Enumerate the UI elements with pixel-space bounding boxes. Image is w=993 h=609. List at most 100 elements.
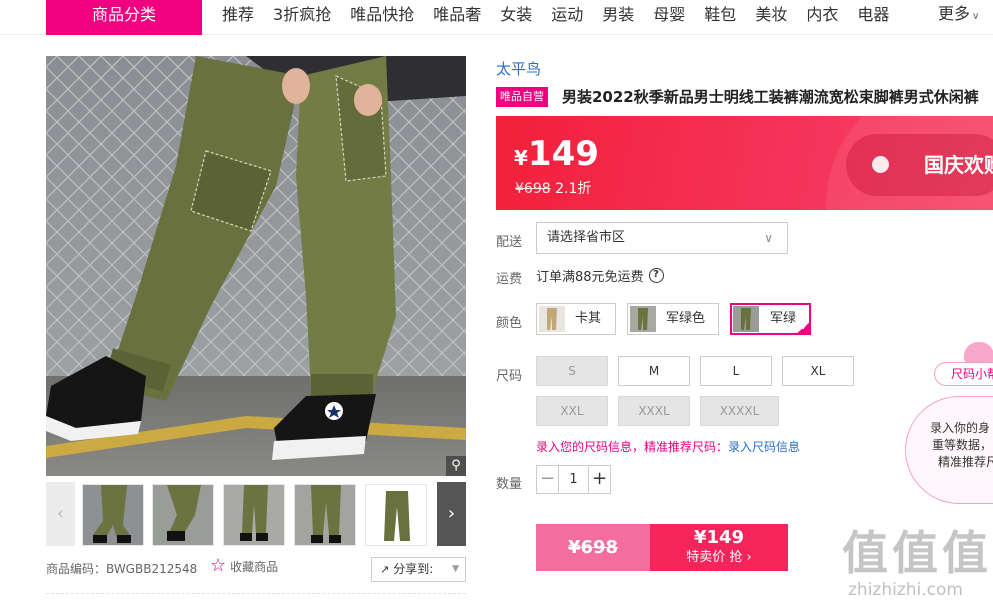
- nav-link-underwear[interactable]: 内衣: [806, 1, 838, 29]
- nav-link-baby[interactable]: 母婴: [653, 1, 685, 29]
- caret-down-icon: ▼: [452, 564, 459, 574]
- nav-link-30off[interactable]: 3折疯抢: [273, 1, 331, 29]
- nav-link-sports[interactable]: 运动: [551, 1, 583, 29]
- nav-more[interactable]: 更多 ∨: [938, 0, 979, 31]
- star-icon: ☆: [210, 555, 227, 576]
- favorite-button[interactable]: ☆ 收藏商品: [210, 557, 278, 575]
- size-option-xl[interactable]: XL: [782, 356, 854, 386]
- thumbnail[interactable]: [82, 484, 144, 546]
- size-hint-text: 录入您的尺码信息，精准推荐尺码：: [536, 440, 729, 454]
- share-button[interactable]: ↗ 分享到: ▼: [371, 557, 466, 582]
- buy-button[interactable]: ¥698 ¥149 特卖价 抢 ›: [536, 524, 788, 571]
- quantity-label: 数量: [496, 477, 523, 492]
- color-option-army-green[interactable]: 军绿 ✓: [730, 303, 811, 335]
- size-label: 尺码: [496, 369, 523, 384]
- color-swatch: [733, 306, 759, 332]
- chevron-right-icon: ›: [746, 550, 752, 565]
- thumbnail[interactable]: [223, 484, 285, 546]
- main-product-image[interactable]: [46, 56, 466, 476]
- product-code-label: 商品编码：: [46, 562, 107, 576]
- thumbnail[interactable]: [294, 484, 356, 546]
- nav-link-men[interactable]: 男装: [602, 1, 634, 29]
- size-helper-button[interactable]: 尺码小帮: [934, 362, 993, 386]
- share-icon: ↗: [380, 563, 390, 576]
- size-option-l[interactable]: L: [700, 356, 772, 386]
- thumbnail-image: [83, 485, 143, 545]
- thumb-next-button[interactable]: ›: [437, 482, 466, 546]
- color-option-label: 卡其: [575, 311, 602, 326]
- bunny-mascot-icon: [964, 342, 993, 364]
- self-operated-badge: 唯品自营: [496, 87, 548, 107]
- category-button[interactable]: 商品分类: [46, 0, 202, 35]
- thumb-prev-button[interactable]: ‹: [46, 482, 75, 546]
- buy-price: ¥149: [693, 527, 745, 548]
- color-option-army-green-color[interactable]: 军绿色: [627, 303, 719, 335]
- nav-links: 推荐 3折疯抢 唯品快抢 唯品奢 女装 运动 男装 母婴 鞋包 美妆 内衣 电器: [222, 0, 908, 30]
- nav-link-recommend[interactable]: 推荐: [222, 1, 254, 29]
- buy-action: 特卖价 抢 ›: [650, 549, 788, 567]
- quantity-stepper: − 1 +: [536, 465, 611, 494]
- price-value: 149: [527, 134, 599, 174]
- size-helper-line: 精准推荐尺: [938, 455, 993, 469]
- original-price: ¥698: [515, 181, 551, 197]
- quantity-increase-button[interactable]: +: [588, 466, 610, 493]
- help-icon[interactable]: ?: [648, 268, 664, 283]
- buy-now[interactable]: ¥149 特卖价 抢 ›: [650, 524, 788, 571]
- thumbnail-strip: ‹ ›: [46, 482, 466, 546]
- currency-symbol: ¥: [514, 146, 528, 170]
- divider: [46, 593, 466, 594]
- quantity-decrease-button[interactable]: −: [537, 466, 559, 493]
- region-select[interactable]: 请选择省市区 ∨: [536, 222, 788, 254]
- zoom-icon[interactable]: ⚲: [446, 456, 466, 476]
- color-swatch: [630, 306, 656, 332]
- watermark-url: zhizhizhi.com: [848, 580, 963, 600]
- size-option-s: S: [536, 356, 608, 386]
- region-placeholder: 请选择省市区: [547, 230, 626, 245]
- size-hint-link[interactable]: 录入尺码信息: [728, 440, 800, 454]
- buy-original-price: ¥698: [536, 524, 650, 571]
- size-helper-line: 录入你的身: [930, 421, 991, 435]
- thumbnail-image: [224, 485, 284, 545]
- watermark-logo: 值值值: [842, 526, 992, 580]
- thumbnail-image: [366, 485, 426, 545]
- chevron-down-icon: ∨: [764, 231, 773, 245]
- price-sub: ¥698 2.1折: [515, 178, 591, 198]
- thumbnail[interactable]: [365, 484, 427, 546]
- quantity-input[interactable]: 1: [559, 466, 588, 493]
- brand-link[interactable]: 太平鸟: [496, 58, 541, 79]
- banner-dot: [872, 156, 889, 173]
- size-option-xxxl: XXXL: [618, 396, 690, 426]
- delivery-label: 配送: [496, 235, 523, 250]
- color-option-khaki[interactable]: 卡其: [536, 303, 616, 335]
- thumbnail[interactable]: [152, 484, 214, 546]
- nav-link-flash[interactable]: 唯品快抢: [350, 1, 414, 29]
- size-option-xxl: XXL: [536, 396, 608, 426]
- shipping-label: 运费: [496, 272, 523, 287]
- product-code-value: BWGBB212548: [106, 562, 198, 576]
- share-label: 分享到:: [393, 562, 434, 576]
- product-page: 商品分类 推荐 3折疯抢 唯品快抢 唯品奢 女装 运动 男装 母婴 鞋包 美妆 …: [0, 0, 993, 609]
- top-nav: 商品分类 推荐 3折疯抢 唯品快抢 唯品奢 女装 运动 男装 母婴 鞋包 美妆 …: [0, 0, 993, 35]
- product-title: 男装2022秋季新品男士明线工装裤潮流宽松束脚裤男式休闲裤: [562, 88, 979, 106]
- size-option-m[interactable]: M: [618, 356, 690, 386]
- color-label: 颜色: [496, 316, 523, 331]
- color-swatch: [539, 306, 565, 332]
- size-helper-line: 重等数据，: [932, 438, 993, 452]
- thumbnail-image: [153, 485, 213, 545]
- shipping-text: 订单满88元免运费: [536, 270, 644, 285]
- thumbnail-image: [295, 485, 355, 545]
- nav-link-women[interactable]: 女装: [500, 1, 532, 29]
- size-hint: 录入您的尺码信息，精准推荐尺码：录入尺码信息: [536, 438, 800, 455]
- nav-link-luxury[interactable]: 唯品奢: [433, 1, 481, 29]
- nav-link-beauty[interactable]: 美妆: [755, 1, 787, 29]
- discount-rate: 2.1折: [555, 181, 592, 197]
- nav-link-shoes-bags[interactable]: 鞋包: [704, 1, 736, 29]
- color-option-label: 军绿色: [666, 311, 706, 326]
- promo-text: 国庆欢购: [924, 153, 993, 177]
- current-price: ¥149: [514, 134, 599, 174]
- product-photo: [46, 56, 466, 476]
- color-option-label: 军绿: [770, 311, 797, 326]
- nav-link-appliances[interactable]: 电器: [857, 1, 889, 29]
- product-code: 商品编码：BWGBB212548: [46, 560, 197, 577]
- buy-action-label: 特卖价 抢: [686, 550, 743, 565]
